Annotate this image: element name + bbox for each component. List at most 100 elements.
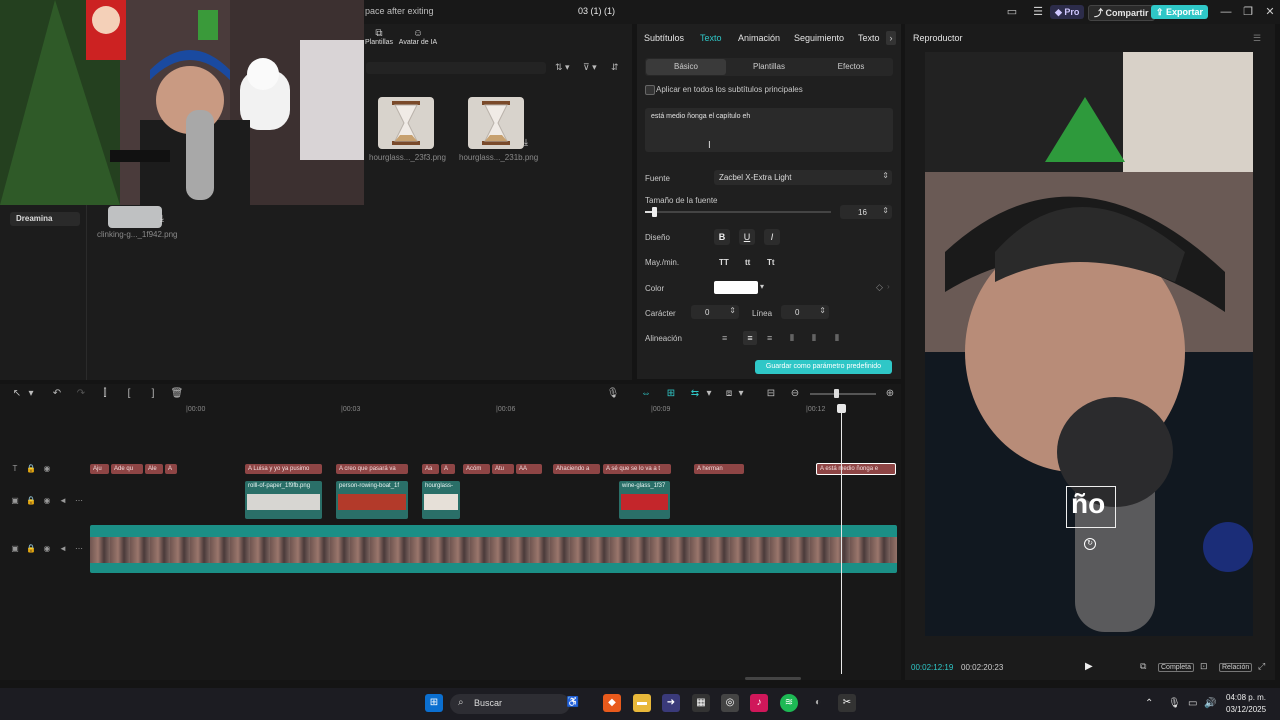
crop-icon[interactable]: ⧉ — [1140, 661, 1146, 672]
share-button[interactable]: ⤴ Compartir — [1088, 5, 1155, 21]
close-icon[interactable]: ✕ — [1262, 4, 1278, 20]
download-icon[interactable]: ⤓ — [524, 137, 528, 148]
keyframe-icon[interactable]: ◇ — [876, 282, 883, 293]
ratio-button[interactable]: Relación — [1219, 663, 1253, 672]
image-clip[interactable]: rolll-of-paper_1f9fb.png — [245, 481, 322, 519]
save-default-button[interactable]: Guardar como parámetro predefinido — [755, 360, 892, 374]
eye-icon[interactable]: ◉ — [42, 496, 52, 506]
image-clip[interactable]: wine-glass_1f37 — [619, 481, 670, 519]
stepper-icon[interactable]: ⇕ — [819, 306, 826, 315]
tab-templates[interactable]: ⧉ Plantillas — [365, 28, 393, 46]
sidebar-item-dreamina[interactable]: Dreamina — [10, 212, 80, 226]
italic-icon[interactable]: I — [764, 229, 780, 245]
menu-icon[interactable]: ☰ — [1253, 33, 1261, 44]
text-clip[interactable]: Ale — [145, 464, 163, 474]
search-input[interactable] — [366, 62, 546, 74]
image-clip[interactable]: person-rowing-boat_1f — [336, 481, 408, 519]
stepper-icon[interactable]: ⇕ — [729, 306, 736, 315]
media-item[interactable] — [108, 206, 162, 228]
order-icon[interactable]: ⇵ — [611, 62, 619, 73]
text-clip[interactable]: Aju — [90, 464, 109, 474]
layout-icon[interactable]: ▭ — [1004, 4, 1020, 20]
eye-icon[interactable]: ◉ — [42, 464, 52, 474]
select-tool-icon[interactable]: ↖ — [10, 387, 24, 401]
taskbar-search[interactable]: ⌕ Buscar — [450, 694, 570, 714]
microphone-icon[interactable]: 🎙 — [1168, 698, 1181, 709]
redo-icon[interactable]: ↷ — [74, 387, 88, 401]
app-icon[interactable]: ➜ — [662, 694, 680, 712]
text-clip[interactable]: A — [441, 464, 455, 474]
app-icon[interactable]: ▦ — [692, 694, 710, 712]
spotify-icon[interactable]: ≋ — [780, 694, 798, 712]
subtab-templates[interactable]: Plantillas — [728, 59, 810, 75]
text-clip[interactable]: Atu — [492, 464, 514, 474]
tab-subtitles[interactable]: Subtítulos — [644, 33, 684, 43]
volume-icon[interactable]: 🔊 — [1204, 698, 1216, 709]
playhead[interactable] — [841, 404, 842, 674]
text-clip[interactable]: A — [165, 464, 177, 474]
split-icon[interactable]: ⫿ — [98, 387, 112, 401]
lock-icon[interactable]: 🔒 — [26, 544, 36, 554]
trim-left-icon[interactable]: [ — [122, 387, 136, 401]
zoom-slider[interactable] — [810, 393, 876, 395]
minimize-icon[interactable]: — — [1218, 4, 1234, 20]
export-button[interactable]: ⇪ Exportar — [1151, 5, 1209, 19]
more-icon[interactable]: ⋯ — [74, 496, 84, 506]
caption-icon[interactable]: ⊟ — [764, 387, 778, 401]
screenshot-icon[interactable]: ⊡ — [1200, 661, 1208, 672]
filter-icon[interactable]: ⊽ ▾ — [583, 62, 597, 73]
align-center-icon[interactable]: ≡ — [743, 331, 757, 345]
text-clip[interactable]: A Luisa y yo ya pusimo — [245, 464, 322, 474]
tab-text[interactable]: Texto — [700, 33, 722, 43]
size-input[interactable]: 16 ⇕ — [840, 205, 892, 219]
chevron-down-icon[interactable]: ▾ — [734, 387, 748, 401]
chevron-right-icon[interactable]: › — [886, 31, 896, 45]
trim-right-icon[interactable]: ] — [146, 387, 160, 401]
time-ruler[interactable]: |00:00 |00:03 |00:06 |00:09 |00:12 — [90, 404, 898, 416]
align-left-icon[interactable]: ≡ — [722, 333, 727, 343]
maximize-icon[interactable]: ❐ — [1240, 4, 1256, 20]
align-right-icon[interactable]: ≡ — [767, 333, 772, 343]
fullscreen-icon[interactable]: ⤢ — [1258, 661, 1265, 672]
text-clip[interactable]: A creo que pasará va — [336, 464, 408, 474]
delete-icon[interactable]: 🗑 — [170, 387, 184, 401]
text-clip[interactable]: Ahaciendo a — [553, 464, 600, 474]
text-clip-selected[interactable]: A está medio ñonga e — [816, 463, 896, 475]
vertical-top-icon[interactable]: ⦀ — [812, 333, 816, 344]
zoom-out-icon[interactable]: ⊖ — [788, 387, 802, 401]
line-spacing-input[interactable]: 0 ⇕ — [781, 305, 829, 319]
text-clip[interactable]: Aa — [422, 464, 439, 474]
text-clip[interactable]: Ade qu — [111, 464, 143, 474]
snap-icon[interactable]: ⊞ — [664, 387, 678, 401]
chevron-down-icon[interactable]: ▾ — [24, 387, 38, 401]
underline-icon[interactable]: U — [739, 229, 755, 245]
fullview-button[interactable]: Completa — [1158, 663, 1194, 672]
image-clip[interactable]: hourglass- — [422, 481, 460, 519]
color-swatch[interactable] — [714, 281, 758, 294]
audio-icon[interactable]: ◄ — [58, 544, 68, 554]
char-spacing-input[interactable]: 0 ⇕ — [691, 305, 739, 319]
lock-icon[interactable]: 🔒 — [26, 464, 36, 474]
folder-icon[interactable]: ▬ — [633, 694, 651, 712]
accessibility-icon[interactable]: ♿ — [564, 694, 582, 712]
stepper-icon[interactable]: ⇕ — [882, 206, 889, 215]
media-item[interactable] — [468, 97, 524, 149]
zoom-in-icon[interactable]: ⊕ — [883, 387, 897, 401]
apply-all-checkbox[interactable] — [645, 85, 655, 95]
windows-start-icon[interactable]: ⊞ — [425, 694, 443, 712]
shortcut-icon[interactable]: ☰ — [1030, 4, 1046, 20]
playhead-handle[interactable] — [837, 404, 846, 413]
link-icon[interactable]: ⇔ — [639, 387, 653, 401]
size-slider-thumb[interactable] — [652, 207, 658, 217]
rotate-handle-icon[interactable]: ↻ — [1084, 538, 1096, 550]
timeline-scrollbar[interactable] — [745, 677, 801, 680]
uppercase-option[interactable]: TT — [719, 258, 729, 267]
brave-icon[interactable]: ◆ — [603, 694, 621, 712]
text-clip[interactable]: A herman — [694, 464, 744, 474]
text-clip[interactable]: AA — [516, 464, 542, 474]
justify-icon[interactable]: ⦀ — [790, 333, 794, 344]
lock-icon[interactable]: 🔒 — [26, 496, 36, 506]
subtab-basic[interactable]: Básico — [646, 59, 726, 75]
capcut-icon[interactable]: ✂ — [838, 694, 856, 712]
download-icon[interactable]: ⤓ — [160, 213, 164, 224]
